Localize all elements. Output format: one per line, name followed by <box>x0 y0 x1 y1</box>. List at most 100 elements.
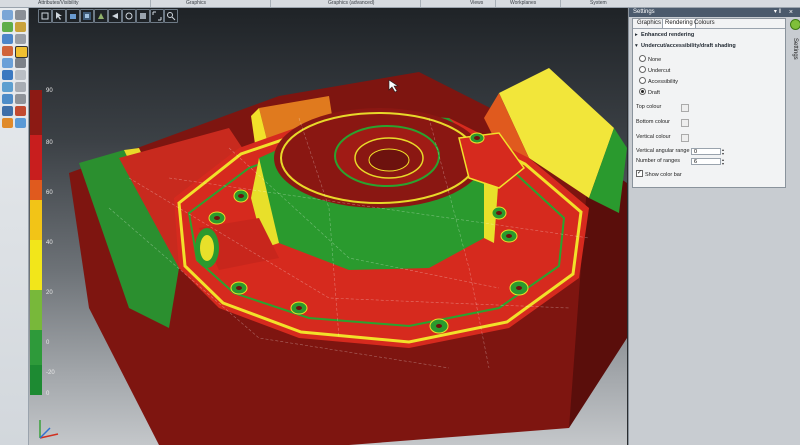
radio-accessibility[interactable]: Accessibility <box>639 77 678 85</box>
ribbon-group-system[interactable]: System <box>590 0 607 7</box>
tab-rendering[interactable]: Rendering <box>662 18 696 28</box>
colorbar-segment <box>30 330 42 365</box>
ribbon-group-bar: Attributes/Visibility Graphics Graphics … <box>0 0 800 8</box>
axis-triad-icon <box>39 420 59 439</box>
clip-tool-icon[interactable] <box>15 82 26 92</box>
edit-tool-icon[interactable] <box>15 22 26 32</box>
number-of-ranges-input[interactable]: 6 <box>691 158 721 165</box>
surface-tool-icon[interactable] <box>2 46 13 56</box>
ribbon-separator <box>420 0 421 7</box>
section-draft-shading[interactable]: ▾ Undercut/accessibility/draft shading <box>635 43 736 49</box>
view-select-button[interactable] <box>52 9 66 23</box>
3d-viewport[interactable] <box>29 8 627 445</box>
radio-none-control[interactable] <box>639 55 646 62</box>
highlight-tool-icon[interactable] <box>15 46 28 58</box>
settings-side-tab[interactable]: Settings <box>788 18 800 78</box>
select-tool-icon[interactable] <box>2 10 13 20</box>
ribbon-separator <box>495 0 496 7</box>
colorbar-label: 40 <box>46 240 53 246</box>
sphere-tool-icon[interactable] <box>2 34 13 44</box>
section-tool-icon[interactable] <box>2 82 13 92</box>
view-right-button[interactable] <box>94 9 108 23</box>
settings-panel: Settings ▾ ‖ × Settings Graphics Renderi… <box>628 8 800 445</box>
analysis-tool-icon[interactable] <box>15 118 26 128</box>
cylinder-tool-icon[interactable] <box>15 70 26 80</box>
colorbar-label: 60 <box>46 190 53 196</box>
colorbar-segment <box>30 135 42 180</box>
show-color-bar-checkbox[interactable]: Show color bar <box>636 169 682 178</box>
bottom-colour-swatch[interactable] <box>681 119 689 127</box>
vertical-colour-swatch[interactable] <box>681 134 689 142</box>
view-back-button[interactable] <box>122 9 136 23</box>
close-icon[interactable]: × <box>789 8 793 17</box>
radio-undercut-label: Undercut <box>648 68 671 74</box>
tab-colours[interactable]: Colours <box>692 19 717 28</box>
colorbar-label: 0 <box>46 340 50 346</box>
brush-tool-icon[interactable] <box>15 34 26 44</box>
ribbon-separator <box>270 0 271 7</box>
bottom-colour-label: Bottom colour <box>636 119 670 125</box>
settings-body: Graphics Rendering Colours ▸ Enhanced ren… <box>632 18 786 188</box>
radio-draft-label: Draft <box>648 90 660 96</box>
ribbon-group-attributes-visibility[interactable]: Attributes/Visibility <box>38 0 78 7</box>
probe-tool-icon[interactable] <box>15 58 26 68</box>
draft-color-bar <box>30 90 42 395</box>
radio-accessibility-control[interactable] <box>639 77 646 84</box>
colorbar-label: -20 <box>46 370 55 376</box>
view-zoom-button[interactable] <box>164 9 178 23</box>
section-enhanced-rendering[interactable]: ▸ Enhanced rendering <box>635 32 694 38</box>
view-bottom-button[interactable] <box>136 9 150 23</box>
number-of-ranges-label: Number of ranges <box>636 158 681 164</box>
workplane-tool-icon[interactable] <box>2 94 13 104</box>
radio-draft[interactable]: Draft <box>639 88 660 96</box>
settings-tabs: Graphics Rendering Colours <box>633 18 785 29</box>
top-colour-label: Top colour <box>636 104 662 110</box>
number-of-ranges-spinner[interactable]: ▴ ▾ <box>722 158 725 166</box>
view-iso-button[interactable] <box>38 9 52 23</box>
colorbar-label: 20 <box>46 290 53 296</box>
colorbar-label: 0 <box>46 391 50 397</box>
left-toolbar <box>0 8 29 445</box>
colorbar-segment <box>30 200 42 240</box>
ribbon-group-graphics-advanced[interactable]: Graphics (advanced) <box>328 0 374 7</box>
vertical-angular-range-spinner[interactable]: ▴ ▾ <box>722 148 725 156</box>
colorbar-segment <box>30 240 42 290</box>
measure-tool-icon[interactable] <box>2 70 13 80</box>
settings-gear-icon <box>790 19 800 30</box>
pin-icon[interactable]: ▾ ‖ <box>774 8 781 17</box>
tab-graphics[interactable]: Graphics <box>635 19 663 28</box>
radio-none-label: None <box>648 57 662 63</box>
colorbar-segment <box>30 180 42 200</box>
pencil-tool-icon[interactable] <box>15 10 26 20</box>
radio-none[interactable]: None <box>639 55 661 63</box>
top-colour-swatch[interactable] <box>681 104 689 112</box>
colorbar-segment <box>30 90 42 135</box>
show-color-bar-label: Show color bar <box>645 172 682 178</box>
ribbon-group-workplanes[interactable]: Workplanes <box>510 0 536 7</box>
ribbon-group-views[interactable]: Views <box>470 0 483 7</box>
draft-tool-icon[interactable] <box>2 118 13 128</box>
view-left-button[interactable] <box>108 9 122 23</box>
shade-tool-icon[interactable] <box>15 106 26 116</box>
draft-analysis-model <box>69 68 627 445</box>
section-draft-shading-label: Undercut/accessibility/draft shading <box>641 43 736 49</box>
vertical-angular-range-input[interactable]: 0 <box>691 148 721 155</box>
settings-side-tab-label: Settings <box>792 38 798 60</box>
box-tool-icon[interactable] <box>2 22 13 32</box>
view-toolbar <box>38 9 178 23</box>
ribbon-separator <box>560 0 561 7</box>
cursor-tool-icon[interactable] <box>2 58 13 68</box>
colorbar-segment <box>30 365 42 395</box>
view-front-button[interactable] <box>66 9 80 23</box>
colorbar-segment <box>30 290 42 330</box>
radio-undercut-control[interactable] <box>639 66 646 73</box>
view-fit-button[interactable] <box>150 9 164 23</box>
layer-tool-icon[interactable] <box>2 106 13 116</box>
ribbon-separator <box>150 0 151 7</box>
grid-tool-icon[interactable] <box>15 94 26 104</box>
radio-undercut[interactable]: Undercut <box>639 66 670 74</box>
radio-draft-control[interactable] <box>639 88 646 95</box>
ribbon-group-graphics[interactable]: Graphics <box>186 0 206 7</box>
view-top-button[interactable] <box>80 9 94 23</box>
show-color-bar-check[interactable] <box>636 169 643 177</box>
